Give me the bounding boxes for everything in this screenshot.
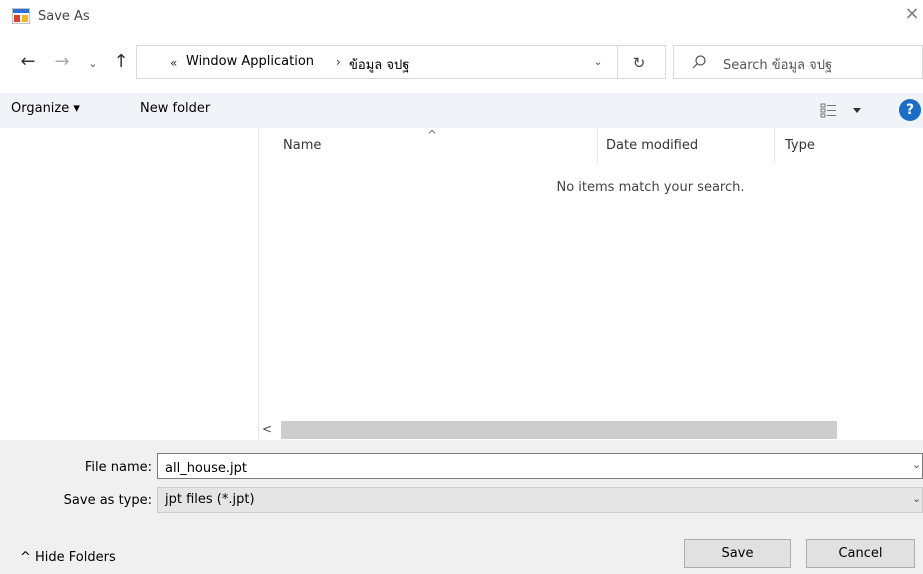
arrow-up-icon: ↑: [113, 51, 129, 72]
save-as-type-select[interactable]: jpt files (*.jpt): [157, 487, 923, 513]
new-folder-button[interactable]: New folder: [140, 101, 210, 116]
chevron-down-icon: ⌄: [88, 57, 98, 70]
file-name-input[interactable]: [157, 453, 923, 479]
chevron-down-icon[interactable]: ⌄: [912, 458, 921, 471]
search-placeholder[interactable]: Search ข้อมูล จปฐ: [723, 54, 832, 75]
column-header-type[interactable]: Type: [785, 138, 815, 153]
hide-folders-button[interactable]: ^ Hide Folders: [20, 550, 116, 565]
up-button[interactable]: ↑: [110, 52, 132, 74]
scroll-left-icon[interactable]: <: [262, 422, 274, 438]
cancel-button[interactable]: Cancel: [806, 539, 915, 568]
recent-locations-button[interactable]: ⌄: [86, 54, 100, 72]
column-header-date-modified[interactable]: Date modified: [606, 138, 698, 153]
title-bar: [0, 0, 923, 34]
file-name-label: File name:: [84, 460, 152, 475]
organize-button[interactable]: Organize ▾: [11, 101, 80, 116]
breadcrumb-current-folder[interactable]: ข้อมูล จปฐ: [349, 54, 409, 75]
address-divider: [617, 45, 618, 79]
command-toolbar: [0, 93, 923, 128]
column-header-name[interactable]: Name: [283, 138, 321, 153]
search-icon: [692, 55, 706, 69]
chevron-down-icon[interactable]: ⌄: [912, 492, 921, 505]
chevron-down-icon: ⌄: [593, 55, 603, 68]
breadcrumb-window-application[interactable]: Window Application: [186, 54, 314, 69]
help-icon[interactable]: ?: [899, 99, 921, 121]
address-dropdown-button[interactable]: ⌄: [588, 55, 608, 75]
arrow-left-icon: ←: [20, 51, 36, 72]
column-divider[interactable]: [597, 128, 598, 162]
view-options-icon[interactable]: [818, 99, 868, 121]
refresh-icon: ↻: [632, 54, 646, 72]
refresh-button[interactable]: ↻: [627, 52, 651, 74]
breadcrumb-separator[interactable]: ›: [336, 55, 341, 69]
address-overflow[interactable]: «: [170, 56, 177, 70]
window-title: Save As: [38, 9, 90, 24]
arrow-right-icon: →: [54, 51, 70, 72]
app-window-icon: [12, 8, 30, 24]
pane-splitter[interactable]: [258, 128, 259, 440]
empty-list-message: No items match your search.: [556, 180, 745, 195]
forward-button[interactable]: →: [51, 52, 73, 74]
scrollbar-thumb[interactable]: [281, 421, 837, 439]
sort-indicator-icon: ^: [427, 128, 438, 142]
back-button[interactable]: ←: [17, 52, 39, 74]
save-button[interactable]: Save: [684, 539, 791, 568]
navigation-pane[interactable]: [0, 128, 258, 440]
column-header-row: [259, 128, 923, 164]
close-icon[interactable]: ×: [902, 4, 922, 24]
column-divider[interactable]: [774, 128, 775, 162]
save-as-type-label: Save as type:: [63, 493, 152, 508]
